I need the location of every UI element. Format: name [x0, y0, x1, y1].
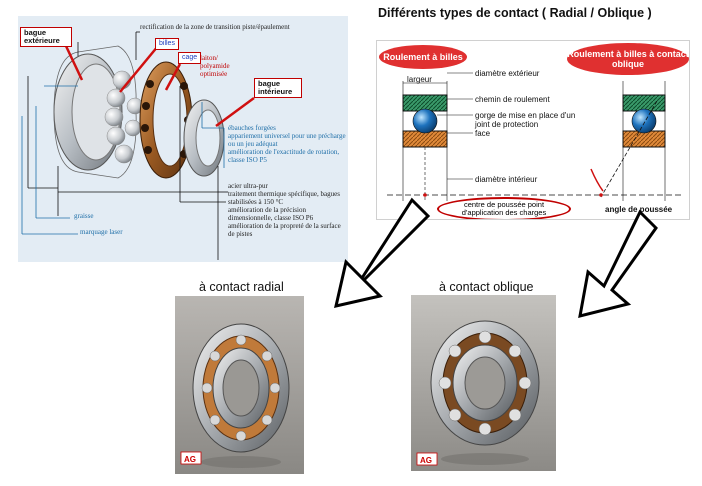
- thrust-center-callout: centre de poussée point d'application de…: [437, 197, 571, 219]
- laser-marking-label: marquage laser: [80, 228, 123, 236]
- black-feature-item: acier ultra-pur: [228, 182, 268, 190]
- radial-caption: à contact radial: [199, 280, 284, 294]
- oblique-logo: AG: [420, 456, 432, 465]
- grease-label: graisse: [74, 212, 94, 220]
- balls-label: billes: [155, 38, 179, 50]
- face-label: face: [475, 129, 491, 138]
- cage-shape: [139, 61, 193, 179]
- exploded-bearing-figure: rectification de la zone de transition p…: [18, 16, 348, 262]
- blue-feature-item: ébauches forgées: [228, 124, 276, 132]
- black-feature-item: amélioration de la précision dimensionne…: [228, 206, 314, 222]
- radial-heading: Roulement à billes: [379, 45, 467, 69]
- radial-section: [402, 81, 448, 201]
- black-features-list: acier ultra-pur traitement thermique spé…: [228, 182, 346, 238]
- thrust-angle-label: angle de poussée: [605, 205, 673, 214]
- blue-feature-item: appariement universel pour une précharge…: [228, 132, 346, 148]
- blue-features-list: ébauches forgées appariement universel p…: [228, 124, 346, 164]
- oblique-heading: Roulement à billes à contact oblique: [567, 43, 689, 75]
- page-title: Différents types de contact ( Radial / O…: [378, 6, 652, 20]
- width-label: largeur: [407, 75, 432, 84]
- black-feature-item: amélioration de la propreté de la surfac…: [228, 222, 341, 238]
- radial-bearing-photo: AG: [175, 296, 304, 474]
- inner-diameter-label: diamètre intérieur: [475, 175, 538, 184]
- outer-diameter-label: diamètre extérieur: [475, 69, 540, 78]
- oblique-bearing-photo: AG: [411, 295, 556, 471]
- inner-ring-label: bague intérieure: [254, 78, 302, 98]
- oblique-contact-point: [599, 193, 603, 197]
- radial-contact-point: [423, 193, 427, 197]
- groove-label: gorge de mise en place d'un joint de pro…: [475, 111, 576, 129]
- outer-ring-label: bague extérieure: [20, 27, 72, 47]
- label-leaders: [437, 72, 473, 180]
- black-feature-item: traitement thermique spécifique, bagues …: [228, 190, 340, 206]
- cage-label: cage: [178, 52, 202, 64]
- radial-logo: AG: [184, 455, 196, 464]
- oblique-section: [590, 81, 666, 201]
- arrow-to-oblique: [578, 209, 658, 319]
- oblique-bearing-image: AG: [411, 295, 556, 471]
- cross-section-figure: Roulement à billes Roulement à billes à …: [376, 40, 690, 220]
- raceway-label: chemin de roulement: [475, 95, 550, 104]
- thrust-center-label: centre de poussée point d'application de…: [461, 200, 547, 217]
- blue-feature-item: amélioration de l'exactitude de rotation…: [228, 148, 340, 164]
- top-note: rectification de la zone de transition p…: [140, 23, 290, 31]
- cage-material: laiton/ polyamide optimisée: [200, 54, 230, 78]
- oblique-caption: à contact oblique: [439, 280, 534, 294]
- radial-bearing-image: AG: [175, 296, 304, 474]
- inner-ring-shape: [183, 99, 225, 177]
